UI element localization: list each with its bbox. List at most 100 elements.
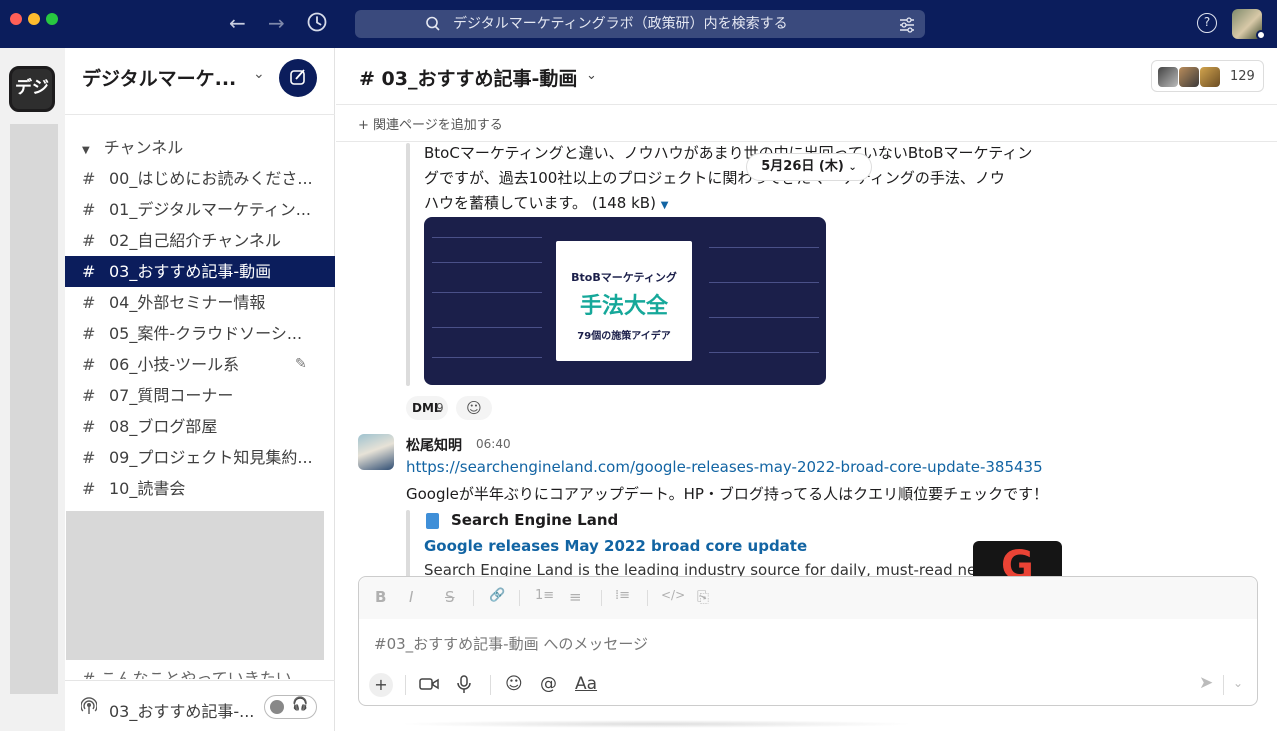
quote-bar bbox=[406, 143, 410, 386]
diagram-line bbox=[432, 357, 542, 358]
send-icon[interactable]: ➤ bbox=[1199, 673, 1213, 693]
forward-arrow-icon[interactable]: → bbox=[268, 12, 285, 34]
ebook-image[interactable]: BtoBマーケティング 手法大全 79個の施策アイデア bbox=[424, 217, 826, 385]
sidebar-item-channel[interactable]: #02_自己紹介チャンネル bbox=[65, 225, 335, 256]
status-dot bbox=[1256, 30, 1266, 40]
section-channels-header[interactable]: ▼ チャンネル bbox=[82, 134, 183, 158]
sidebar-item-channel[interactable]: #10_読書会 bbox=[65, 473, 335, 504]
diagram-line bbox=[709, 317, 819, 318]
message-composer: B I S 🔗 1≡ ≡ ⁞≡ </> ⎘ #03_おすすめ記事-動画 へのメッ… bbox=[358, 576, 1258, 706]
zoom-window-button[interactable] bbox=[46, 13, 58, 25]
sidebar-item-channel-active[interactable]: #03_おすすめ記事-動画 bbox=[65, 256, 335, 287]
huddle-toggle[interactable]: 🎧 bbox=[264, 695, 317, 719]
hash-icon: # bbox=[82, 417, 96, 436]
microphone-icon[interactable] bbox=[457, 674, 471, 699]
member-count: 129 bbox=[1230, 69, 1255, 84]
sidebar-divider bbox=[65, 114, 335, 115]
sidebar-item-channel[interactable]: #08_ブログ部屋 bbox=[65, 411, 335, 442]
members-button[interactable]: 129 bbox=[1151, 60, 1264, 92]
sidebar-item-channel-partial[interactable]: # こんなことやっていきたい bbox=[82, 665, 292, 679]
shared-text-line: グですが、過去100社以上のプロジェクトに関わってきたマーケティングの手法、ノウ bbox=[424, 169, 1005, 187]
bold-button[interactable]: B bbox=[375, 588, 386, 606]
channel-label: 06_小技-ツール系 bbox=[109, 355, 240, 374]
sidebar-item-channel[interactable]: #00_はじめにお読みくださ... bbox=[65, 163, 335, 194]
caret-down-icon: ▼ bbox=[82, 145, 90, 156]
date-divider[interactable]: 5月26日 (木) ⌄ bbox=[746, 153, 872, 181]
huddle-bar: 03_おすすめ記事-... 🎧 bbox=[65, 680, 335, 731]
compose-button[interactable] bbox=[279, 59, 317, 97]
channel-title[interactable]: # 03_おすすめ記事-動画 bbox=[359, 64, 577, 91]
unfurl-thumbnail[interactable]: G bbox=[973, 541, 1062, 578]
bullet-list-button[interactable]: ≡ bbox=[569, 588, 582, 606]
close-window-button[interactable] bbox=[10, 13, 22, 25]
add-reaction-icon[interactable]: ☺ bbox=[456, 396, 492, 420]
sidebar-item-channel[interactable]: #07_質問コーナー bbox=[65, 380, 335, 411]
chevron-down-icon[interactable]: ⌄ bbox=[1233, 676, 1243, 690]
message-time[interactable]: 06:40 bbox=[476, 437, 511, 451]
blockquote-button[interactable]: ⁞≡ bbox=[615, 588, 630, 603]
search-bar[interactable]: デジタルマーケティングラボ（政策研）内を検索する bbox=[355, 10, 925, 38]
sidebar-placeholder bbox=[66, 511, 324, 660]
code-block-button[interactable]: ⎘ bbox=[697, 588, 709, 606]
author-name[interactable]: 松尾知明 bbox=[406, 435, 462, 455]
help-icon[interactable]: ? bbox=[1197, 13, 1217, 33]
sidebar-item-channel[interactable]: #05_案件-クラウドソーシ... bbox=[65, 318, 335, 349]
sidebar-item-channel[interactable]: #01_デジタルマーケティン... bbox=[65, 194, 335, 225]
toolbar-divider bbox=[519, 590, 520, 606]
hash-icon: # bbox=[82, 293, 96, 312]
google-logo-icon: G bbox=[1001, 543, 1034, 578]
unfurl-site-name: Search Engine Land bbox=[451, 511, 619, 529]
toggle-knob bbox=[270, 700, 284, 714]
member-avatar bbox=[1179, 67, 1199, 87]
strike-button[interactable]: S bbox=[445, 588, 455, 606]
unfurl-title[interactable]: Google releases May 2022 broad core upda… bbox=[424, 537, 807, 555]
hash-icon: # bbox=[82, 262, 96, 281]
channel-label: 00_はじめにお読みくださ... bbox=[109, 169, 313, 188]
workspace-icon[interactable]: デジ bbox=[9, 66, 55, 112]
chevron-down-icon[interactable]: ⌄ bbox=[253, 66, 265, 82]
channel-label: 02_自己紹介チャンネル bbox=[109, 231, 281, 250]
chevron-down-icon[interactable]: ⌄ bbox=[586, 68, 597, 83]
ordered-list-button[interactable]: 1≡ bbox=[535, 588, 554, 603]
workspace-name[interactable]: デジタルマーケ... bbox=[82, 64, 236, 91]
history-clock-icon[interactable] bbox=[306, 11, 328, 37]
ebook-line3: 79個の施策アイデア bbox=[577, 331, 671, 342]
search-filter-icon[interactable] bbox=[899, 10, 915, 48]
toolbar-divider bbox=[601, 590, 602, 606]
sidebar-item-channel[interactable]: #04_外部セミナー情報 bbox=[65, 287, 335, 318]
hash-icon: # bbox=[82, 231, 96, 250]
chevron-down-icon: ⌄ bbox=[848, 162, 857, 173]
video-clip-icon[interactable] bbox=[419, 674, 439, 699]
reaction-dml[interactable]: DML 9 bbox=[406, 396, 448, 420]
back-arrow-icon[interactable]: ← bbox=[229, 12, 246, 34]
emoji-icon[interactable]: ☺ bbox=[505, 674, 523, 694]
link-button[interactable]: 🔗 bbox=[489, 588, 505, 603]
diagram-line bbox=[709, 247, 819, 248]
attach-plus-button[interactable]: + bbox=[369, 673, 393, 697]
broadcast-icon bbox=[80, 697, 98, 719]
author-avatar[interactable] bbox=[358, 434, 394, 470]
draft-pencil-icon: ✎ bbox=[295, 356, 307, 372]
bookmark-bar: + 関連ページを追加する bbox=[336, 104, 1277, 142]
rail-placeholder bbox=[10, 124, 58, 694]
channel-label: 10_読書会 bbox=[109, 479, 186, 498]
shared-text-last: ハウを蓄積しています。 bbox=[424, 194, 588, 212]
italic-button[interactable]: I bbox=[409, 588, 413, 606]
add-bookmark-button[interactable]: + 関連ページを追加する bbox=[358, 114, 503, 133]
sidebar-item-channel[interactable]: #06_小技-ツール系 ✎ bbox=[65, 349, 335, 380]
minimize-window-button[interactable] bbox=[28, 13, 40, 25]
channel-label: 04_外部セミナー情報 bbox=[109, 293, 266, 312]
message-input[interactable]: #03_おすすめ記事-動画 へのメッセージ bbox=[374, 633, 648, 654]
message-link[interactable]: https://searchengineland.com/google-rele… bbox=[406, 458, 1043, 476]
code-button[interactable]: </> bbox=[661, 588, 685, 602]
channel-label: 01_デジタルマーケティン... bbox=[109, 200, 312, 219]
channel-label: 09_プロジェクト知見集約... bbox=[109, 448, 313, 467]
channel-view: # 03_おすすめ記事-動画 ⌄ 129 + 関連ページを追加する BtoCマー… bbox=[336, 48, 1277, 731]
mention-button[interactable]: @ bbox=[540, 674, 557, 694]
formatting-toggle-button[interactable]: Aa bbox=[575, 674, 597, 694]
diagram-line bbox=[709, 352, 819, 353]
section-title: チャンネル bbox=[103, 138, 184, 157]
ebook-title-card: BtoBマーケティング 手法大全 79個の施策アイデア bbox=[556, 241, 692, 361]
caret-down-icon[interactable]: ▼ bbox=[661, 200, 669, 211]
sidebar-item-channel[interactable]: #09_プロジェクト知見集約... bbox=[65, 442, 335, 473]
